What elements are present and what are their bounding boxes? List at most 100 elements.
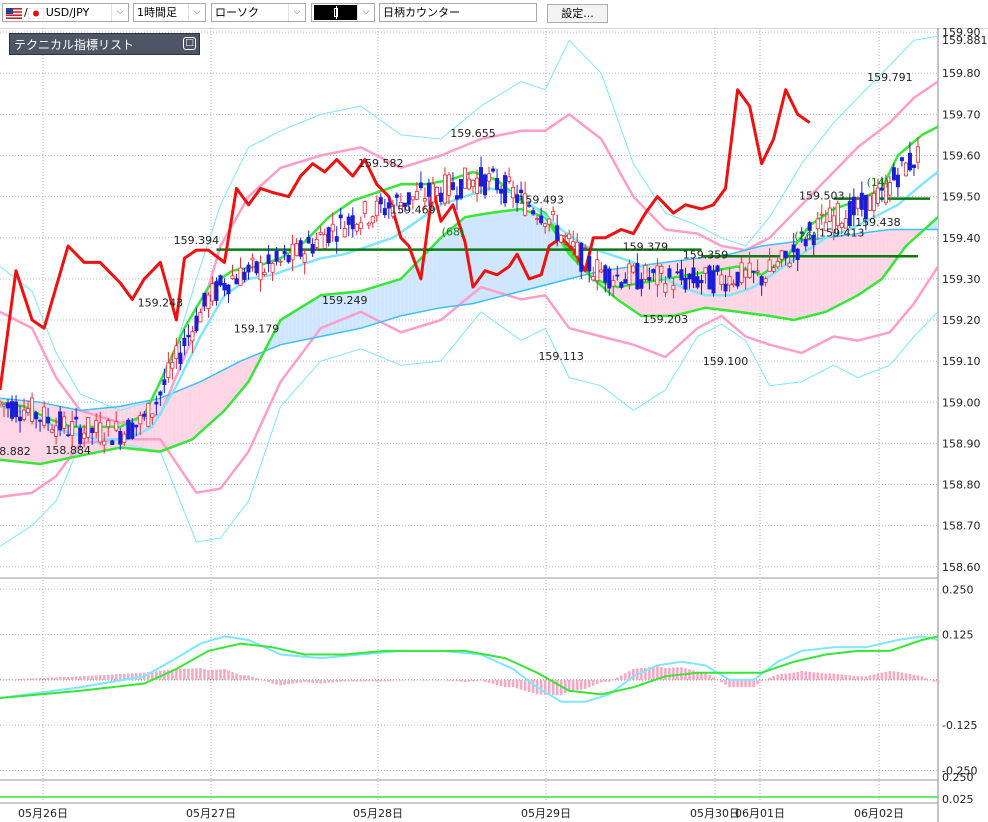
histogram-bar — [443, 679, 447, 681]
candle-body — [10, 401, 15, 419]
candle-body — [691, 267, 696, 284]
counter-label: (14) — [867, 176, 890, 189]
candle-body — [635, 262, 640, 290]
cloud-segment — [296, 307, 301, 342]
histogram-bar — [54, 677, 58, 680]
candle-body — [663, 282, 668, 293]
cloud-segment — [829, 236, 834, 310]
price-chart[interactable]: 158.882 158.884 159.243 159.394 159.179 159.2… — [0, 0, 988, 822]
histogram-bar — [864, 676, 868, 680]
candle-body — [891, 167, 896, 181]
histogram-bar — [331, 679, 335, 683]
candle-body — [723, 283, 728, 292]
histogram-bar — [371, 679, 375, 682]
price-annotation: 159.655 — [450, 127, 496, 140]
cloud-segment — [513, 209, 518, 294]
candle-body — [483, 174, 488, 196]
histogram-bar — [46, 677, 50, 680]
candle-body — [555, 225, 560, 241]
candle-body — [114, 421, 119, 431]
candle-body — [382, 208, 387, 216]
candle-body — [895, 174, 900, 188]
indicator-list-label: テクニカル指標リスト — [14, 38, 135, 52]
histogram-bar — [287, 679, 290, 685]
candle-body — [671, 284, 676, 291]
candle-body — [915, 146, 920, 163]
x-tick-label: 05月30日 — [690, 807, 740, 820]
candle-body — [414, 191, 419, 200]
candle-body — [50, 429, 55, 433]
candle-body — [430, 183, 435, 203]
indicator-list-panel[interactable]: テクニカル指標リスト □ — [9, 33, 200, 55]
histogram-bar — [467, 679, 471, 682]
cloud-segment — [156, 398, 161, 452]
histogram-bar — [323, 679, 326, 684]
histogram-bar — [251, 676, 254, 680]
candle-body — [587, 256, 592, 272]
histogram-bar — [291, 679, 294, 684]
histogram-bar — [363, 679, 367, 682]
candle-body — [346, 216, 351, 225]
candle-body — [258, 262, 263, 281]
cloud-segment — [493, 212, 498, 299]
cloud-segment — [392, 280, 397, 319]
histogram-bar — [728, 679, 731, 688]
minimize-icon[interactable]: □ — [183, 37, 196, 50]
candle-body — [907, 152, 912, 171]
candle-body — [466, 178, 471, 190]
cloud-segment — [224, 367, 229, 411]
price-annotation: 159.243 — [138, 296, 184, 309]
histogram-bar — [451, 679, 455, 681]
histogram-bar — [844, 674, 848, 680]
cloud-segment — [36, 401, 41, 464]
histogram-bar — [106, 674, 110, 680]
histogram-bar — [235, 673, 238, 680]
cloud-segment — [188, 384, 193, 441]
histogram-bar — [367, 679, 371, 682]
cloud-segment — [292, 310, 297, 343]
histogram-bar — [744, 679, 747, 688]
histogram-bar — [888, 670, 892, 680]
histogram-bar — [82, 676, 86, 680]
histogram-bar — [936, 679, 940, 684]
candle-body — [871, 192, 876, 212]
histogram-bar — [896, 671, 900, 680]
cloud-segment — [200, 379, 205, 433]
histogram-bar — [90, 675, 94, 680]
cloud-segment — [172, 391, 177, 447]
price-annotation: 159.582 — [358, 157, 404, 170]
x-tick-label: 05月28日 — [353, 807, 403, 820]
candle-body — [426, 182, 431, 197]
candle-body — [298, 240, 303, 257]
histogram-bar — [351, 679, 355, 682]
cloud-segment — [845, 234, 850, 302]
histogram-bar — [375, 679, 379, 682]
histogram-bar — [716, 679, 719, 681]
histogram-bar — [792, 672, 795, 680]
candle-body — [278, 260, 283, 263]
histogram-bar — [599, 679, 603, 683]
price-annotation: 159.179 — [234, 323, 280, 336]
histogram-bar — [295, 679, 298, 684]
histogram-bar — [255, 678, 258, 680]
histogram-bar — [503, 679, 507, 688]
candle-body — [34, 412, 39, 420]
candle-body — [559, 234, 564, 243]
candle-body — [751, 270, 756, 273]
cloud-segment — [228, 365, 233, 406]
histogram-bar — [415, 679, 419, 681]
histogram-bar — [555, 679, 559, 696]
histogram-bar — [856, 676, 860, 680]
histogram-bar — [114, 674, 118, 680]
histogram-bar — [78, 676, 82, 680]
histogram-bar — [339, 679, 343, 682]
histogram-bar — [259, 679, 262, 680]
price-annotation: 159.203 — [643, 313, 689, 326]
cloud-segment — [216, 371, 221, 418]
histogram-bar — [327, 679, 331, 683]
candle-body — [787, 262, 792, 268]
histogram-bar — [591, 679, 595, 686]
price-annotation: 159.379 — [623, 240, 669, 253]
histogram-bar — [191, 668, 194, 680]
histogram-bar — [860, 676, 864, 680]
